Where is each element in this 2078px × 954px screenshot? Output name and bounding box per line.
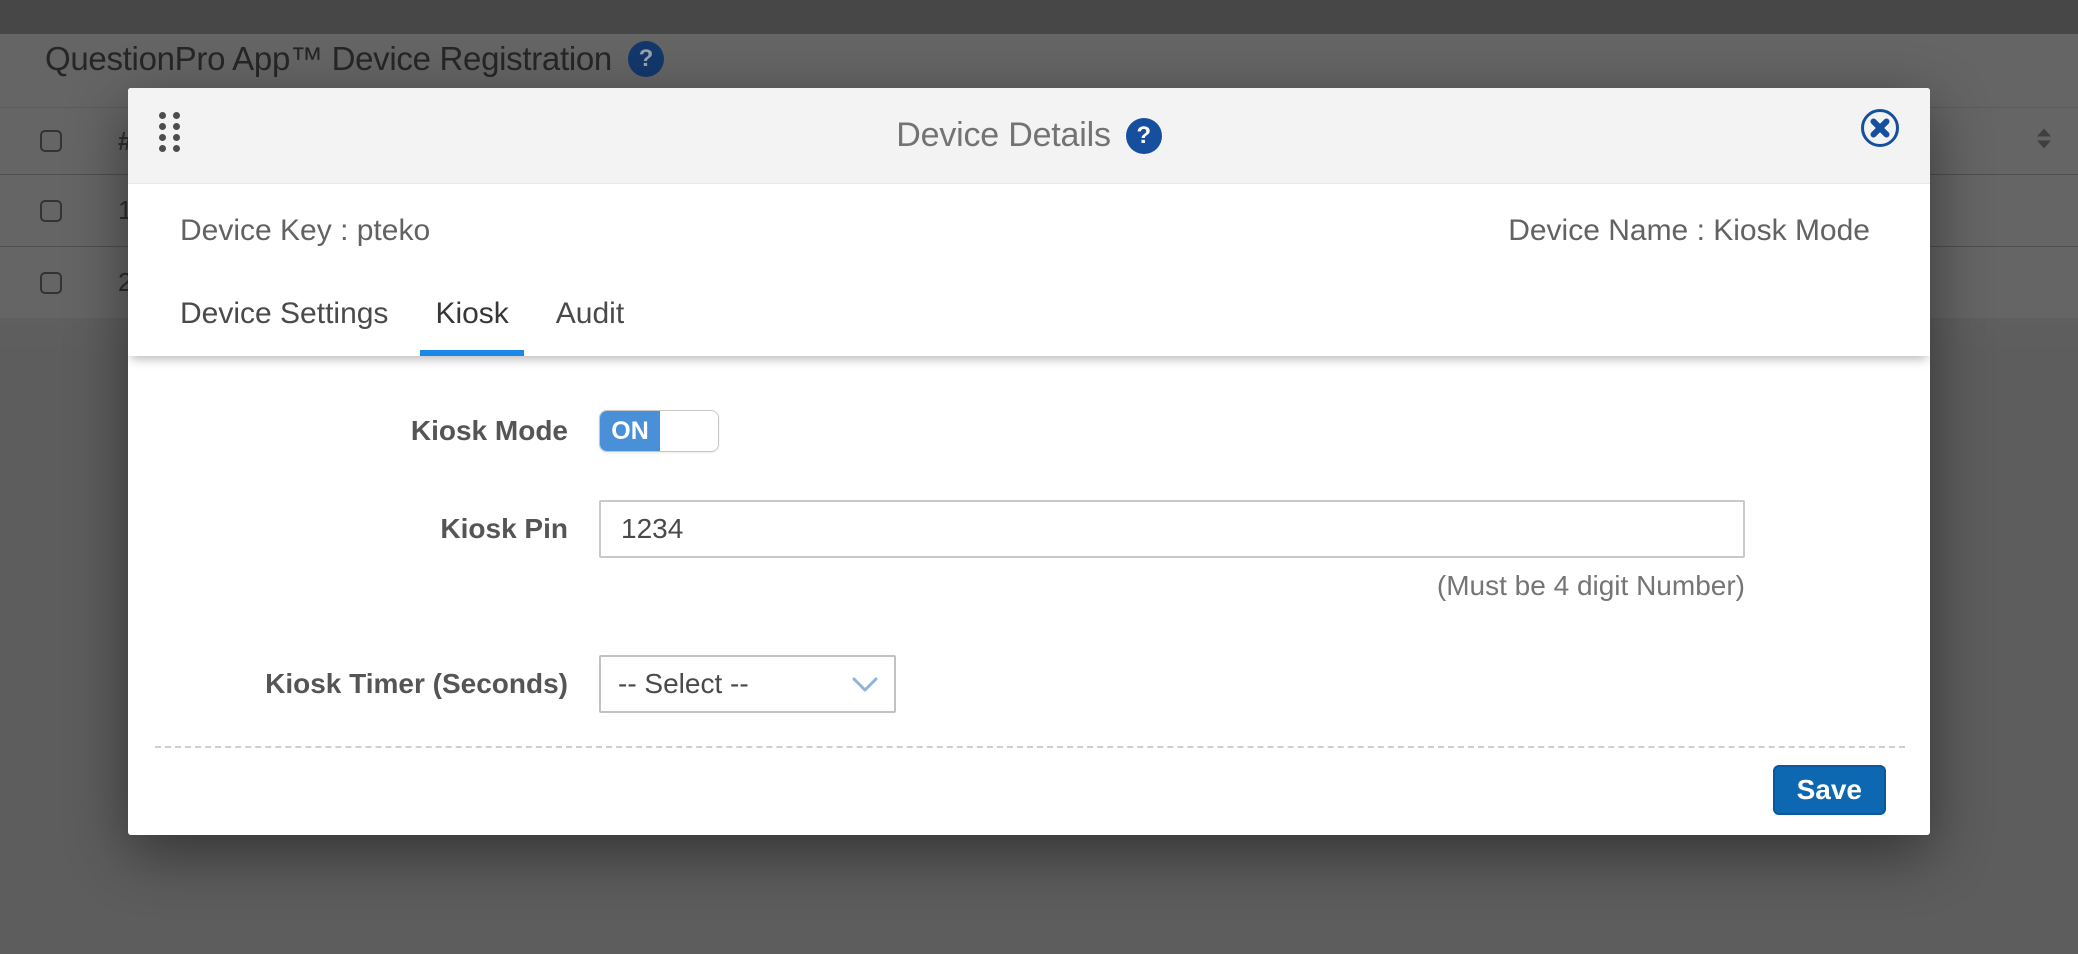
drag-handle-icon[interactable] <box>159 112 180 152</box>
kiosk-pin-input[interactable] <box>599 500 1745 558</box>
modal-title: Device Details <box>896 116 1111 155</box>
kiosk-pin-hint: (Must be 4 digit Number) <box>1437 570 1745 602</box>
kiosk-timer-label: Kiosk Timer (Seconds) <box>128 668 568 700</box>
modal-help-icon[interactable]: ? <box>1126 118 1162 154</box>
kiosk-mode-toggle[interactable]: ON <box>599 410 719 452</box>
select-all-checkbox <box>40 130 62 152</box>
toggle-knob[interactable] <box>660 411 718 451</box>
select-value: -- Select -- <box>618 668 749 700</box>
divider <box>155 746 1905 748</box>
chevron-down-icon <box>852 668 878 700</box>
toggle-on-label: ON <box>600 411 660 451</box>
modal-top-section: Device Details ? Device Key : pteko Devi… <box>128 88 1930 356</box>
device-key: Device Key : pteko <box>180 214 430 248</box>
row-checkbox <box>40 272 62 294</box>
page-header: QuestionPro App™ Device Registration ? <box>45 38 664 80</box>
device-name: Device Name : Kiosk Mode <box>1508 214 1870 248</box>
tab-bar: Device Settings Kiosk Audit <box>128 278 1930 356</box>
close-icon[interactable] <box>1858 106 1902 150</box>
kiosk-timer-row: Kiosk Timer (Seconds) -- Select -- <box>128 655 1930 713</box>
modal-header: Device Details ? <box>128 88 1930 184</box>
kiosk-timer-select[interactable]: -- Select -- <box>599 655 896 713</box>
kiosk-mode-label: Kiosk Mode <box>128 415 568 447</box>
sort-icon <box>2035 128 2053 155</box>
page-help-icon: ? <box>628 41 664 77</box>
row-checkbox <box>40 200 62 222</box>
kiosk-pin-row: Kiosk Pin <box>128 500 1930 558</box>
modal-title-wrap: Device Details ? <box>896 116 1162 155</box>
tab-device-settings[interactable]: Device Settings <box>165 278 403 356</box>
top-navbar <box>0 0 2078 34</box>
tab-audit[interactable]: Audit <box>541 278 639 356</box>
tab-kiosk[interactable]: Kiosk <box>420 278 523 356</box>
save-button[interactable]: Save <box>1773 765 1886 815</box>
page-title: QuestionPro App™ Device Registration <box>45 40 612 78</box>
kiosk-mode-row: Kiosk Mode ON <box>128 410 1930 452</box>
device-key-name-row: Device Key : pteko Device Name : Kiosk M… <box>128 184 1930 278</box>
device-details-modal: Device Details ? Device Key : pteko Devi… <box>128 88 1930 835</box>
kiosk-pin-label: Kiosk Pin <box>128 513 568 545</box>
